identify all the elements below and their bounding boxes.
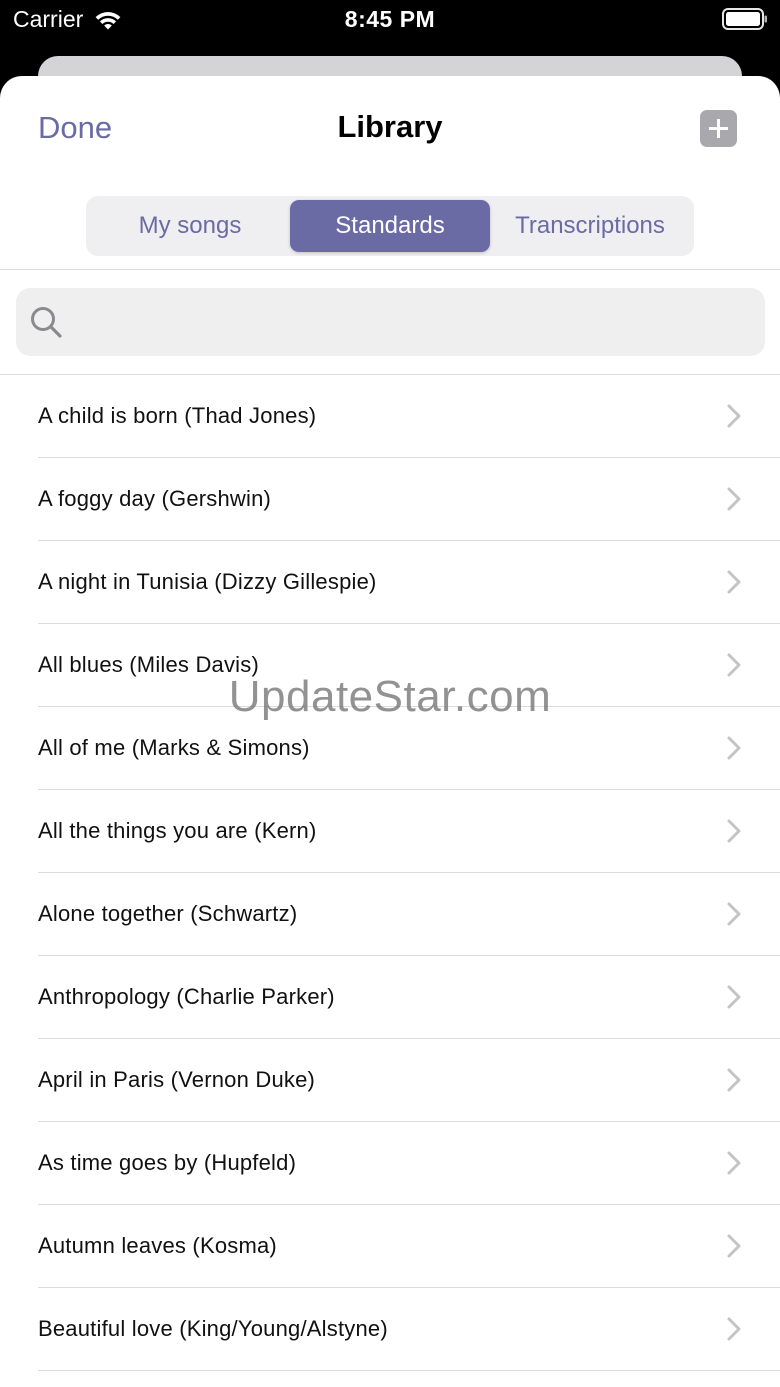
- song-title: All blues (Miles Davis): [38, 652, 259, 677]
- song-row[interactable]: All blues (Miles Davis): [0, 624, 780, 707]
- song-title: April in Paris (Vernon Duke): [38, 1067, 316, 1092]
- song-title: Alone together (Schwartz): [38, 901, 298, 926]
- chevron-right-icon: [727, 1234, 741, 1258]
- row-separator: [38, 1370, 780, 1371]
- song-row[interactable]: A foggy day (Gershwin): [0, 458, 780, 541]
- status-bar: Carrier 8:45 PM: [0, 0, 780, 56]
- library-segmented-control: My songs Standards Transcriptions: [86, 196, 694, 256]
- chevron-right-icon: [727, 1068, 741, 1092]
- song-row[interactable]: A child is born (Thad Jones): [0, 375, 780, 458]
- song-row[interactable]: All the things you are (Kern): [0, 790, 780, 873]
- song-row[interactable]: Autumn leaves (Kosma): [0, 1205, 780, 1288]
- search-input[interactable]: [78, 288, 748, 356]
- chevron-right-icon: [727, 902, 741, 926]
- song-row[interactable]: Anthropology (Charlie Parker): [0, 956, 780, 1039]
- song-title: All the things you are (Kern): [38, 818, 317, 843]
- song-row[interactable]: A night in Tunisia (Dizzy Gillespie): [0, 541, 780, 624]
- chevron-right-icon: [727, 1317, 741, 1341]
- chevron-right-icon: [727, 404, 741, 428]
- header-divider: [0, 269, 780, 270]
- tab-standards[interactable]: Standards: [290, 200, 490, 252]
- search-bar[interactable]: [16, 288, 765, 356]
- song-title: As time goes by (Hupfeld): [38, 1150, 297, 1175]
- song-row[interactable]: All of me (Marks & Simons): [0, 707, 780, 790]
- add-button[interactable]: [700, 110, 737, 147]
- library-sheet: Done Library My songs Standards Transcri…: [0, 76, 780, 1387]
- chevron-right-icon: [727, 570, 741, 594]
- song-title: All of me (Marks & Simons): [38, 735, 310, 760]
- chevron-right-icon: [727, 985, 741, 1009]
- tab-my-songs[interactable]: My songs: [90, 200, 290, 252]
- song-title: A night in Tunisia (Dizzy Gillespie): [38, 569, 377, 594]
- page-title: Library: [337, 109, 443, 144]
- battery-icon: [722, 8, 767, 30]
- search-icon: [31, 307, 62, 338]
- song-list: A child is born (Thad Jones) A foggy day…: [0, 375, 780, 1371]
- song-row[interactable]: Alone together (Schwartz): [0, 873, 780, 956]
- song-title: Beautiful love (King/Young/Alstyne): [38, 1316, 388, 1341]
- chevron-right-icon: [727, 736, 741, 760]
- status-time: 8:45 PM: [344, 6, 436, 32]
- song-title: A foggy day (Gershwin): [38, 486, 272, 511]
- plus-icon: [709, 119, 728, 138]
- song-title: Anthropology (Charlie Parker): [38, 984, 335, 1009]
- chevron-right-icon: [727, 487, 741, 511]
- song-row[interactable]: As time goes by (Hupfeld): [0, 1122, 780, 1205]
- tab-transcriptions[interactable]: Transcriptions: [490, 200, 690, 252]
- song-title: Autumn leaves (Kosma): [38, 1233, 277, 1258]
- chevron-right-icon: [727, 1151, 741, 1175]
- chevron-right-icon: [727, 819, 741, 843]
- song-row[interactable]: April in Paris (Vernon Duke): [0, 1039, 780, 1122]
- song-title: A child is born (Thad Jones): [38, 403, 317, 428]
- song-row[interactable]: Beautiful love (King/Young/Alstyne): [0, 1288, 780, 1371]
- chevron-right-icon: [727, 653, 741, 677]
- navigation-bar: Done Library: [0, 76, 780, 186]
